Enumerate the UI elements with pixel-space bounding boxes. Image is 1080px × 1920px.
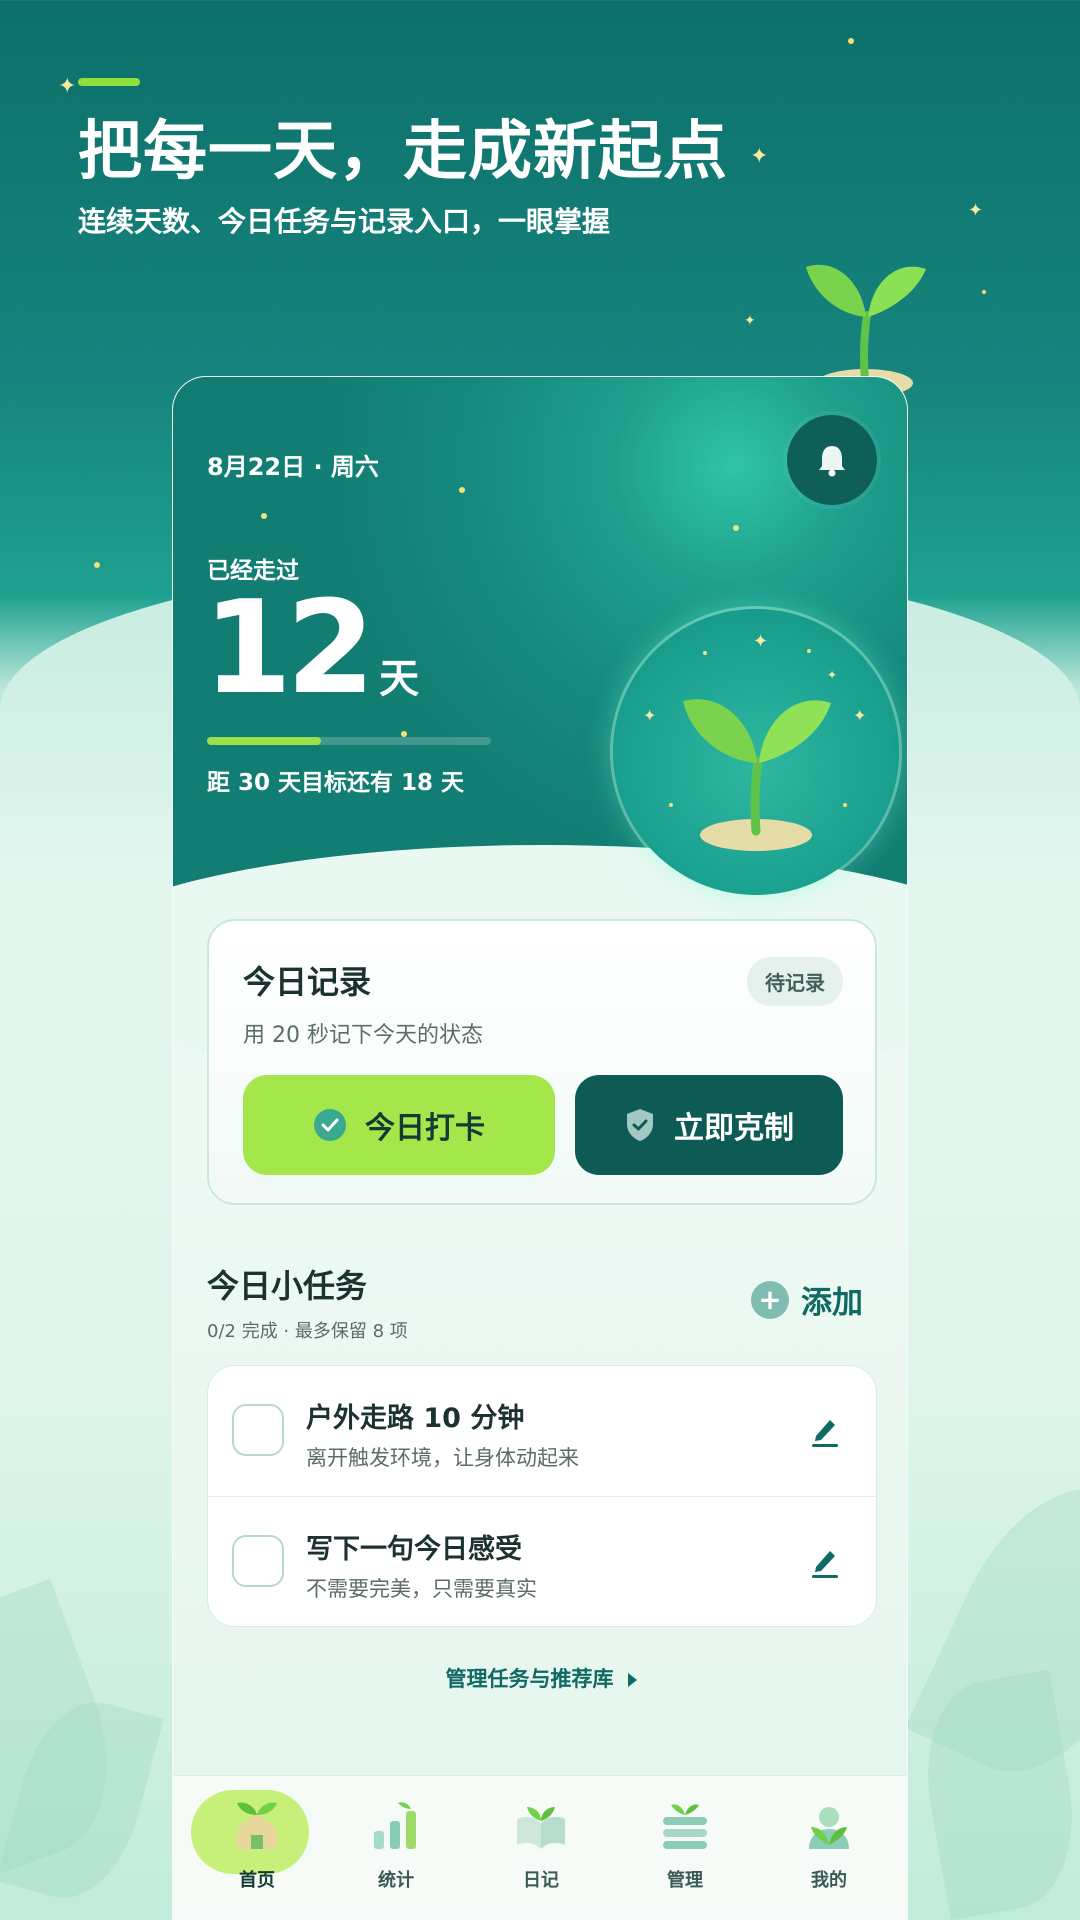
manage-tasks-link[interactable]: 管理任务与推荐库 bbox=[173, 1663, 907, 1693]
bar-chart-icon bbox=[361, 1790, 431, 1860]
bottom-tab-bar: 首页 统计 日记 管理 我的 bbox=[173, 1775, 907, 1919]
goal-remaining-text: 距 30 天目标还有 18 天 bbox=[207, 770, 465, 796]
sparkle-icon: ✦ bbox=[58, 74, 77, 99]
tab-diary[interactable]: 日记 bbox=[481, 1790, 601, 1910]
glow-dot bbox=[848, 38, 854, 44]
notification-button[interactable] bbox=[787, 415, 877, 505]
plus-icon: + bbox=[751, 1280, 789, 1319]
page-subheadline: 连续天数、今日任务与记录入口，一眼掌握 bbox=[78, 205, 611, 238]
sparkle-icon: ✦ bbox=[750, 144, 769, 169]
checkin-button-label: 今日打卡 bbox=[365, 1111, 485, 1146]
shield-check-icon bbox=[624, 1107, 656, 1143]
add-task-label: 添加 bbox=[801, 1285, 863, 1321]
task-name: 户外走路 10 分钟 bbox=[306, 1403, 525, 1434]
bell-icon bbox=[819, 446, 845, 477]
tab-stats[interactable]: 统计 bbox=[336, 1790, 456, 1910]
sparkle-icon: ✦ bbox=[744, 313, 756, 329]
person-sprout-icon bbox=[794, 1790, 864, 1860]
resist-button-label: 立即克制 bbox=[674, 1111, 794, 1146]
glow-dot bbox=[94, 562, 100, 568]
streak-days-unit: 天 bbox=[379, 656, 420, 702]
today-record-card: 今日记录 待记录 用 20 秒记下今天的状态 今日打卡 立即克制 bbox=[207, 919, 877, 1205]
page-headline: 把每一天，走成新起点 bbox=[78, 115, 728, 189]
streak-days-number: 12 bbox=[203, 574, 375, 723]
book-icon bbox=[506, 1790, 576, 1860]
task-name: 写下一句今日感受 bbox=[306, 1534, 522, 1565]
list-sprout-icon bbox=[650, 1790, 720, 1860]
headline-accent bbox=[78, 78, 140, 86]
svg-text:✦: ✦ bbox=[827, 668, 837, 682]
tab-home-label: 首页 bbox=[239, 1870, 275, 1891]
tab-manage[interactable]: 管理 bbox=[625, 1790, 745, 1910]
record-status-badge: 待记录 bbox=[747, 957, 843, 1006]
streak-count: 12 天 bbox=[203, 585, 419, 713]
record-title: 今日记录 bbox=[243, 963, 372, 1001]
task-list: 户外走路 10 分钟 离开触发环境，让身体动起来 写下一句今日感受 不需要完美，… bbox=[207, 1365, 877, 1627]
manage-tasks-label: 管理任务与推荐库 bbox=[445, 1667, 614, 1691]
goal-progress-bar bbox=[207, 737, 491, 745]
current-date: 8月22日 · 周六 bbox=[207, 453, 379, 481]
checkin-button[interactable]: 今日打卡 bbox=[243, 1075, 555, 1175]
task-description: 不需要完美，只需要真实 bbox=[306, 1577, 537, 1601]
task-checkbox[interactable] bbox=[232, 1404, 284, 1456]
tasks-section-title: 今日小任务 bbox=[207, 1267, 368, 1305]
record-description: 用 20 秒记下今天的状态 bbox=[243, 1023, 483, 1048]
glow-dot bbox=[982, 290, 986, 294]
tab-diary-label: 日记 bbox=[523, 1870, 559, 1891]
sprout-badge: ✦ ✦ ✦ ✦ bbox=[613, 609, 899, 895]
main-card: 8月22日 · 周六 已经走过 12 天 距 30 天目标还有 18 天 ✦ ✦… bbox=[172, 376, 908, 1920]
task-description: 离开触发环境，让身体动起来 bbox=[306, 1446, 579, 1470]
svg-text:✦: ✦ bbox=[643, 706, 656, 725]
svg-text:✦: ✦ bbox=[753, 631, 768, 652]
sparkle-icon: ✦ bbox=[968, 200, 984, 221]
edit-pencil-icon[interactable] bbox=[808, 1543, 842, 1579]
glow-dot bbox=[459, 487, 465, 493]
tab-home[interactable]: 首页 bbox=[191, 1790, 317, 1910]
goal-progress-fill bbox=[207, 737, 321, 745]
tab-profile-label: 我的 bbox=[811, 1870, 847, 1891]
task-item: 户外走路 10 分钟 离开触发环境，让身体动起来 bbox=[208, 1366, 876, 1496]
sprout-illustration bbox=[806, 264, 926, 395]
chevron-right-icon bbox=[627, 1673, 637, 1687]
resist-now-button[interactable]: 立即克制 bbox=[575, 1075, 843, 1175]
edit-pencil-icon[interactable] bbox=[808, 1412, 842, 1448]
tab-manage-label: 管理 bbox=[667, 1870, 703, 1891]
sprout-house-icon bbox=[222, 1790, 292, 1860]
glow-dot bbox=[261, 513, 267, 519]
task-item: 写下一句今日感受 不需要完美，只需要真实 bbox=[208, 1496, 876, 1626]
check-circle-icon bbox=[313, 1108, 347, 1142]
sprout-icon: ✦ ✦ ✦ ✦ bbox=[643, 631, 866, 851]
tab-stats-label: 统计 bbox=[378, 1870, 414, 1891]
glow-dot bbox=[733, 525, 739, 531]
svg-text:✦: ✦ bbox=[853, 706, 866, 725]
add-task-button[interactable]: + 添加 bbox=[751, 1277, 863, 1322]
tab-profile[interactable]: 我的 bbox=[769, 1790, 889, 1910]
task-checkbox[interactable] bbox=[232, 1535, 284, 1587]
tasks-progress-meta: 0/2 完成 · 最多保留 8 项 bbox=[207, 1321, 408, 1342]
